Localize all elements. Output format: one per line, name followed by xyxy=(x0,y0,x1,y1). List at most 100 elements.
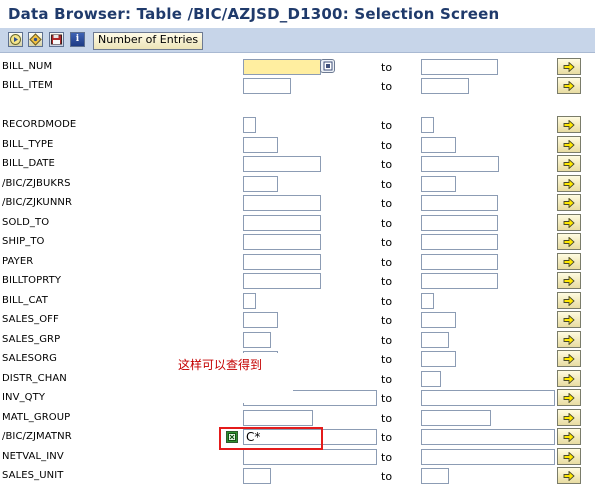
to-label: to xyxy=(381,236,393,249)
low-value-input[interactable] xyxy=(243,293,256,309)
window-title: Data Browser: Table /BIC/AZJSD_D1300: Se… xyxy=(8,5,500,23)
multiple-selection-arrow-icon[interactable] xyxy=(557,428,581,445)
low-value-input[interactable] xyxy=(243,312,278,328)
multiple-selection-arrow-icon[interactable] xyxy=(557,272,581,289)
high-value-input[interactable] xyxy=(421,117,434,133)
to-label: to xyxy=(381,119,393,132)
high-value-input[interactable] xyxy=(421,390,555,406)
low-value-input[interactable] xyxy=(243,449,377,465)
multiple-selection-arrow-icon[interactable] xyxy=(557,311,581,328)
field-label: BILL_ITEM xyxy=(2,80,53,91)
low-value-input[interactable] xyxy=(243,468,271,484)
to-label: to xyxy=(381,295,393,308)
field-label: INV_QTY xyxy=(2,392,46,403)
low-value-input[interactable] xyxy=(243,59,321,75)
high-value-input[interactable] xyxy=(421,371,441,387)
field-label: BILL_CAT xyxy=(2,295,48,306)
high-value-input[interactable] xyxy=(421,429,555,445)
high-value-input[interactable] xyxy=(421,312,456,328)
high-value-input[interactable] xyxy=(421,156,499,172)
info-icon[interactable]: i xyxy=(70,32,85,47)
high-value-input[interactable] xyxy=(421,273,498,289)
high-value-input[interactable] xyxy=(421,234,498,250)
search-help-icon[interactable] xyxy=(320,59,335,73)
high-value-input[interactable] xyxy=(421,468,449,484)
number-of-entries-button[interactable]: Number of Entries xyxy=(93,32,204,50)
high-value-input[interactable] xyxy=(421,176,456,192)
low-value-input[interactable] xyxy=(243,156,321,172)
multiple-selection-arrow-icon[interactable] xyxy=(557,116,581,133)
field-label: /BIC/ZJBUKRS xyxy=(2,178,71,189)
low-value-input[interactable] xyxy=(243,273,321,289)
low-value-input[interactable] xyxy=(243,176,278,192)
field-label: PAYER xyxy=(2,256,34,267)
to-label: to xyxy=(381,451,393,464)
to-label: to xyxy=(381,178,393,191)
high-value-input[interactable] xyxy=(421,293,434,309)
multiple-selection-arrow-icon[interactable] xyxy=(557,155,581,172)
multiple-selection-arrow-icon[interactable] xyxy=(557,194,581,211)
to-label: to xyxy=(381,334,393,347)
high-value-input[interactable] xyxy=(421,215,498,231)
multiple-selection-arrow-icon[interactable] xyxy=(557,467,581,484)
field-label: RECORDMODE xyxy=(2,119,77,130)
selection-row: /BIC/ZJBUKRS to xyxy=(0,175,595,194)
multiple-selection-arrow-icon[interactable] xyxy=(557,409,581,426)
execute-icon[interactable] xyxy=(8,32,23,47)
low-value-input[interactable] xyxy=(243,332,271,348)
multiple-selection-arrow-icon[interactable] xyxy=(557,136,581,153)
selection-row: BILLTOPRTY to xyxy=(0,272,595,291)
to-label: to xyxy=(381,412,393,425)
field-label: SHIP_TO xyxy=(2,236,45,247)
variant-icon[interactable] xyxy=(28,32,43,47)
multiple-selection-arrow-icon[interactable] xyxy=(557,448,581,465)
high-value-input[interactable] xyxy=(421,449,555,465)
high-value-input[interactable] xyxy=(421,351,456,367)
selection-row: BILL_DATE to xyxy=(0,155,595,174)
high-value-input[interactable] xyxy=(421,254,498,270)
field-label: BILL_NUM xyxy=(2,61,53,72)
low-value-input[interactable] xyxy=(243,234,321,250)
to-label: to xyxy=(381,80,393,93)
multiple-selection-arrow-icon[interactable] xyxy=(557,77,581,94)
field-label: SALES_OFF xyxy=(2,314,59,325)
multiple-selection-arrow-icon[interactable] xyxy=(557,350,581,367)
low-value-input[interactable] xyxy=(243,137,278,153)
to-label: to xyxy=(381,256,393,269)
low-value-input[interactable] xyxy=(243,215,321,231)
to-label: to xyxy=(381,392,393,405)
high-value-input[interactable] xyxy=(421,137,456,153)
title-bar: Data Browser: Table /BIC/AZJSD_D1300: Se… xyxy=(0,0,595,29)
selection-row: SALESORG to xyxy=(0,350,595,369)
to-label: to xyxy=(381,470,393,483)
low-value-input[interactable] xyxy=(243,254,321,270)
high-value-input[interactable] xyxy=(421,59,498,75)
low-value-input[interactable] xyxy=(243,410,313,426)
multiple-selection-arrow-icon[interactable] xyxy=(557,233,581,250)
selection-row: MATL_GROUP to xyxy=(0,409,595,428)
multiple-selection-arrow-icon[interactable] xyxy=(557,292,581,309)
low-value-input[interactable] xyxy=(243,78,291,94)
multiple-selection-arrow-icon[interactable] xyxy=(557,370,581,387)
multiple-selection-arrow-icon[interactable] xyxy=(557,175,581,192)
high-value-input[interactable] xyxy=(421,410,491,426)
multiple-selection-arrow-icon[interactable] xyxy=(557,389,581,406)
multiple-selection-arrow-icon[interactable] xyxy=(557,58,581,75)
low-value-input[interactable] xyxy=(243,117,256,133)
save-icon[interactable] xyxy=(49,32,64,47)
selection-row: RECORDMODE to xyxy=(0,116,595,135)
multiple-selection-arrow-icon[interactable] xyxy=(557,253,581,270)
field-label: BILL_DATE xyxy=(2,158,55,169)
multiple-selection-arrow-icon[interactable] xyxy=(557,331,581,348)
high-value-input[interactable] xyxy=(421,78,469,94)
high-value-input[interactable] xyxy=(421,332,449,348)
selection-row: BILL_ITEM to xyxy=(0,77,595,96)
multiple-selection-arrow-icon[interactable] xyxy=(557,214,581,231)
selection-row: BILL_TYPE to xyxy=(0,136,595,155)
selection-row: SALES_OFF to xyxy=(0,311,595,330)
field-label: SALES_UNIT xyxy=(2,470,64,481)
low-value-input[interactable] xyxy=(243,195,321,211)
field-label: BILL_TYPE xyxy=(2,139,54,150)
selection-row: SHIP_TO to xyxy=(0,233,595,252)
high-value-input[interactable] xyxy=(421,195,498,211)
